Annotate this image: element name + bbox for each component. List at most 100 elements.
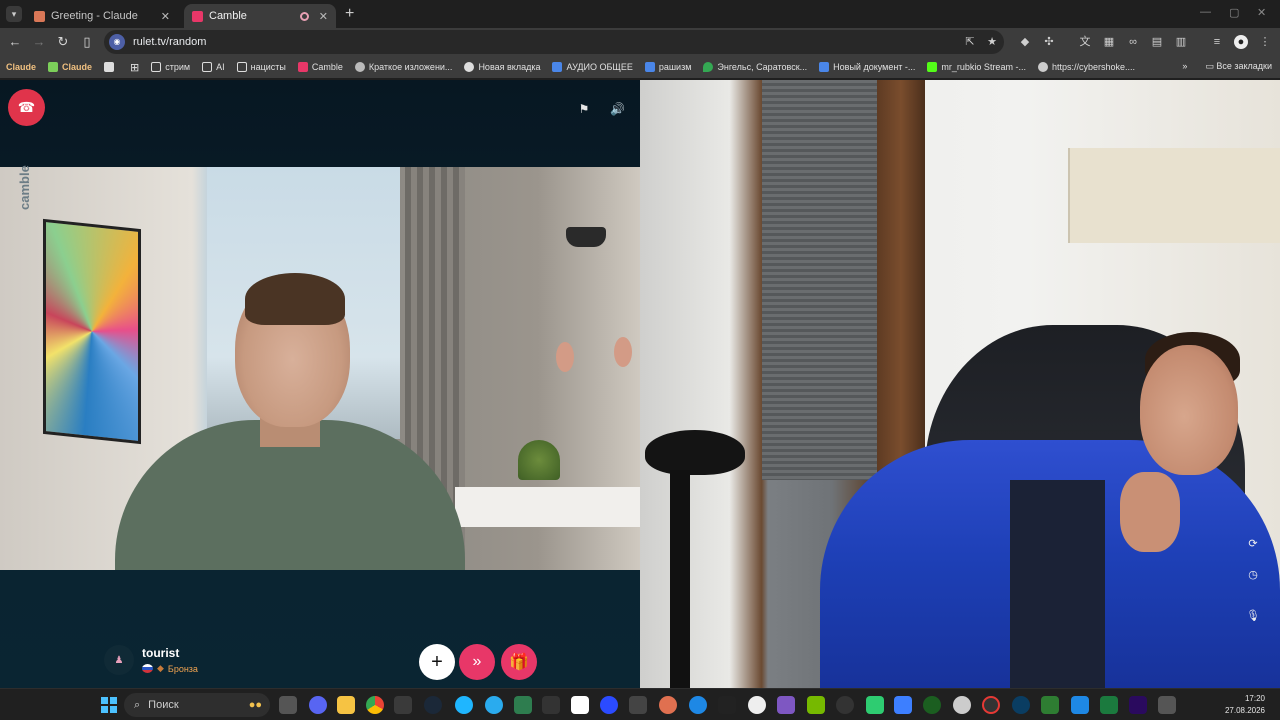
app-icon[interactable] <box>629 696 647 714</box>
app-icon[interactable] <box>1041 696 1059 714</box>
bookmark-apps[interactable]: ⊞ <box>130 61 139 74</box>
bookmark-folder-stream[interactable]: стрим <box>151 62 190 72</box>
bookmark-audio[interactable]: АУДИО ОБЩЕЕ <box>552 62 633 72</box>
site-info-icon[interactable]: ◉ <box>109 34 125 50</box>
telegram-icon[interactable] <box>485 696 503 714</box>
end-call-button[interactable]: ☎ <box>8 89 45 126</box>
xbox-icon[interactable] <box>923 696 941 714</box>
maps-icon <box>703 62 714 72</box>
media-app-icon[interactable] <box>394 696 412 714</box>
app-icon[interactable] <box>689 696 707 714</box>
microphone-icon[interactable]: 🎙 <box>1245 608 1261 624</box>
new-tab-button[interactable]: + <box>345 5 354 23</box>
more-bookmarks-chevron-icon[interactable]: » <box>1182 61 1187 72</box>
maximize-button[interactable]: ▢ <box>1229 6 1239 19</box>
obs-icon[interactable] <box>836 696 854 714</box>
chrome-icon[interactable] <box>366 696 384 714</box>
close-icon[interactable]: ✕ <box>161 10 170 23</box>
plant <box>518 440 560 480</box>
premiere-icon[interactable] <box>1129 696 1147 714</box>
task-view-icon[interactable] <box>279 696 297 714</box>
tab-search-button[interactable]: ▾ <box>6 6 22 22</box>
app-icon[interactable] <box>600 696 618 714</box>
bookmark-folder-nazis[interactable]: нацисты <box>236 62 286 72</box>
app-icon[interactable] <box>894 696 912 714</box>
app-icon[interactable] <box>866 696 884 714</box>
app-icon[interactable] <box>659 696 677 714</box>
tab-camble[interactable]: Camble ✕ <box>184 4 336 28</box>
bookmark-new-tab[interactable]: Новая вкладка <box>464 62 540 72</box>
reload-icon[interactable]: ↻ <box>55 34 71 50</box>
bookmark-kick-stream[interactable]: mr_rubkio Stream -... <box>927 62 1026 72</box>
bookmark-claude-wordmark[interactable]: Claude <box>6 62 36 72</box>
gift-button[interactable]: 🎁 <box>501 644 537 680</box>
extensions-puzzle-icon[interactable]: ✣ <box>1042 35 1056 49</box>
bookmark-folder-ai[interactable]: AI <box>202 62 225 72</box>
app-icon[interactable] <box>455 696 473 714</box>
extension-icon[interactable]: ◆ <box>1018 35 1032 49</box>
media-control-icon[interactable]: ≡ <box>1210 35 1224 49</box>
avatar[interactable]: ♟ <box>104 645 134 675</box>
link-icon[interactable]: ∞ <box>1126 35 1140 49</box>
app-icon[interactable] <box>982 696 1000 714</box>
app-icon[interactable] <box>1071 696 1089 714</box>
app-icon[interactable] <box>1012 696 1030 714</box>
bookmark-summary[interactable]: Краткое изложени... <box>354 62 452 72</box>
tab-greeting-claude[interactable]: Greeting - Claude ✕ <box>26 4 178 28</box>
app-icon[interactable] <box>953 696 971 714</box>
calendar-extension-icon[interactable]: ▤ <box>1150 35 1164 49</box>
back-arrow-icon[interactable]: ← <box>7 34 23 49</box>
close-window-button[interactable]: ✕ <box>1257 6 1266 19</box>
reader-icon[interactable]: ▥ <box>1174 35 1188 49</box>
install-app-icon[interactable]: ⇱ <box>963 35 977 49</box>
bookmark-cybershoke[interactable]: https://cybershoke.... <box>1037 62 1135 72</box>
switch-camera-icon[interactable]: ⟳ <box>1245 536 1261 552</box>
chatgpt-icon[interactable] <box>748 696 766 714</box>
translate-icon[interactable]: 文 <box>1078 35 1092 49</box>
app-icon[interactable] <box>514 696 532 714</box>
wall-decor <box>614 337 632 367</box>
minimize-button[interactable]: — <box>1200 6 1211 18</box>
tab-label: Greeting - Claude <box>51 10 138 22</box>
grid-extension-icon[interactable]: ▦ <box>1102 35 1116 49</box>
report-flag-icon[interactable]: ⚑ <box>577 102 591 116</box>
more-menu-icon[interactable]: ⋮ <box>1258 35 1272 49</box>
volume-icon[interactable]: 🔊 <box>610 102 625 116</box>
forward-arrow-icon[interactable]: → <box>31 34 47 49</box>
terminal-icon[interactable] <box>542 696 560 714</box>
steam-icon[interactable] <box>424 696 442 714</box>
file-explorer-icon[interactable] <box>337 696 355 714</box>
taskbar-clock[interactable]: 17:20 27.08.2026 <box>1225 693 1265 717</box>
profile-avatar-icon[interactable]: ● <box>1234 35 1248 49</box>
bookmark-rashism[interactable]: рашизм <box>644 62 691 72</box>
discord-icon[interactable] <box>309 696 327 714</box>
add-friend-button[interactable]: + <box>419 644 455 680</box>
russia-flag-icon <box>142 664 153 673</box>
next-arrow-icon: » <box>472 653 482 670</box>
tab-icon <box>464 62 475 72</box>
app-icon[interactable] <box>571 696 589 714</box>
bookmark-engels[interactable]: Энгельс, Саратовск... <box>703 62 807 72</box>
bookmark-new-doc[interactable]: Новый документ -... <box>819 62 915 72</box>
app-icon[interactable] <box>718 696 736 714</box>
nvidia-icon[interactable] <box>807 696 825 714</box>
app-icon[interactable] <box>1158 696 1176 714</box>
folder-icon <box>236 62 247 72</box>
next-button[interactable]: » <box>459 644 495 680</box>
address-bar[interactable]: ◉ rulet.tv/random <box>104 30 1004 54</box>
bookmark-claude[interactable]: Claude <box>48 62 92 72</box>
app-icon[interactable] <box>777 696 795 714</box>
bookmark-star-icon[interactable]: ★ <box>985 35 999 49</box>
bookmark-blank[interactable] <box>104 62 118 72</box>
close-icon[interactable]: ✕ <box>319 10 328 23</box>
excel-icon[interactable] <box>1100 696 1118 714</box>
partner-username: tourist <box>142 646 180 660</box>
timer-icon[interactable]: ◷ <box>1245 567 1261 583</box>
tab-label: Camble <box>209 10 247 22</box>
windows-start-icon[interactable] <box>101 697 117 713</box>
side-panel-icon[interactable]: ▯ <box>79 34 95 50</box>
all-bookmarks-button[interactable]: ▭ Все закладки <box>1205 61 1272 72</box>
bookmark-camble[interactable]: Camble <box>297 62 343 72</box>
cybershoke-icon <box>1037 62 1048 72</box>
taskbar-search[interactable]: ⌕ Поиск ●● <box>124 693 270 717</box>
